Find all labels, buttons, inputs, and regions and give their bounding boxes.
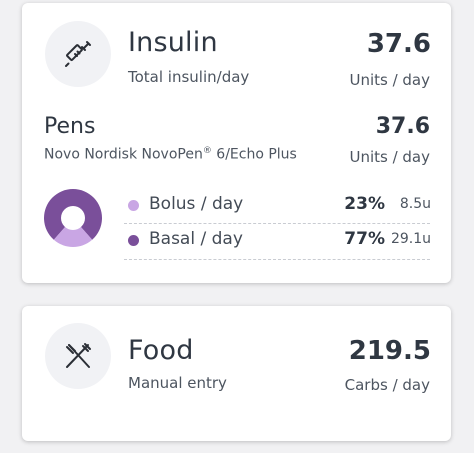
basal-amount: 29.1u [390,231,431,247]
insulin-total-value: 37.6 [366,29,431,59]
pens-device-name: Novo Nordisk NovoPen® 6/Echo Plus [44,146,297,163]
pens-value: 37.6 [375,114,430,139]
pens-title: Pens [44,114,96,139]
food-value: 219.5 [348,336,431,366]
insulin-subtitle: Total insulin/day [128,68,250,86]
basal-color-dot [128,235,139,246]
basal-percent: 77% [344,229,385,249]
food-card[interactable]: Food Manual entry 219.5 Carbs / day [22,306,451,441]
utensils-icon [45,323,111,389]
divider [124,259,430,260]
insulin-title: Insulin [128,27,218,58]
pens-unit: Units / day [349,148,430,166]
pens-device-brand: Novo Nordisk NovoPen [44,146,203,163]
divider [124,223,430,224]
bolus-amount: 8.5u [399,196,431,212]
donut-hole [61,206,85,230]
pens-device-model: 6/Echo Plus [211,146,297,163]
syringe-icon [45,21,111,87]
food-unit: Carbs / day [344,376,430,394]
bolus-color-dot [128,200,139,211]
bolus-percent: 23% [344,194,385,214]
bolus-row: Bolus / day 23% 8.5u [128,191,431,221]
insulin-split-donut [44,189,102,247]
insulin-card[interactable]: Insulin Total insulin/day 37.6 Units / d… [22,3,451,283]
food-subtitle: Manual entry [128,374,227,392]
basal-label: Basal / day [149,229,243,249]
food-title: Food [128,335,194,366]
basal-row: Basal / day 77% 29.1u [128,226,431,256]
insulin-total-unit: Units / day [349,71,430,89]
bolus-label: Bolus / day [149,194,244,214]
registered-mark: ® [202,146,212,156]
